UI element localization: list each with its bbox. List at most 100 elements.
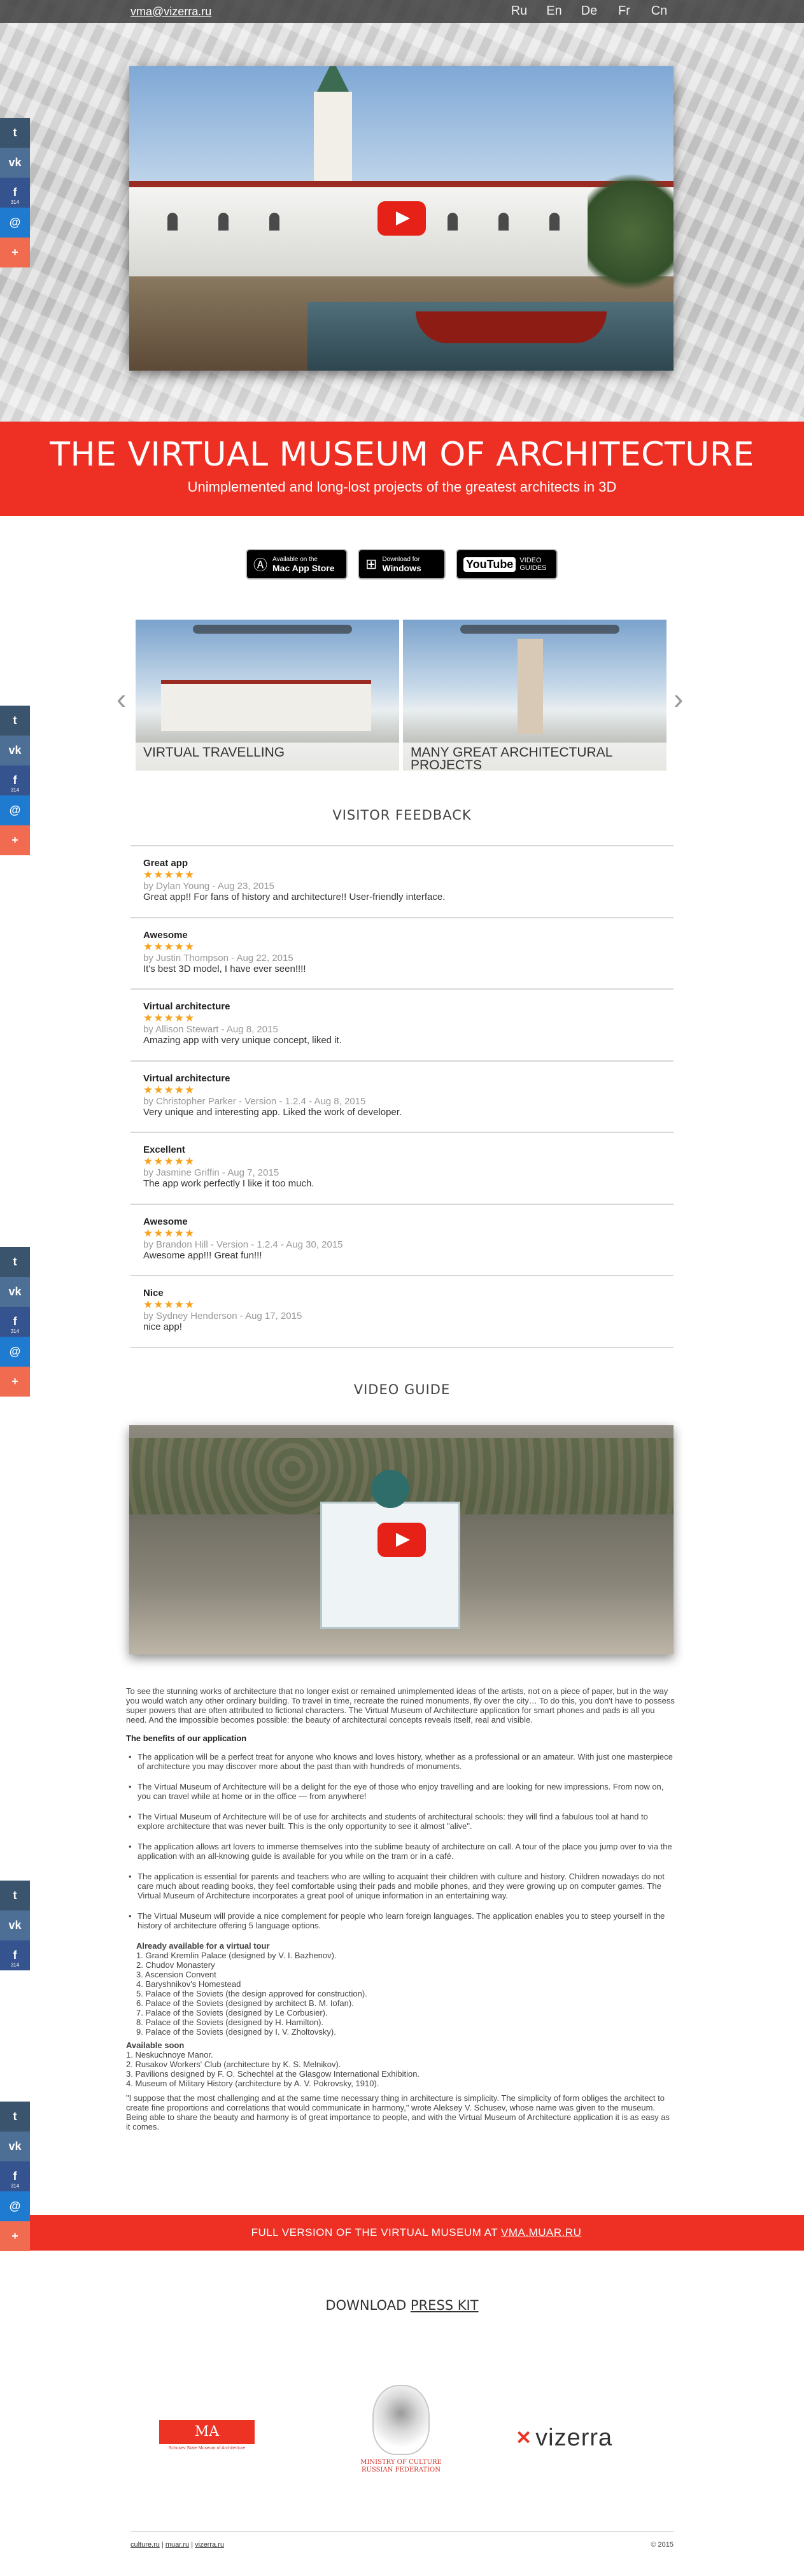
- page-title: THE VIRTUAL MUSEUM OF ARCHITECTURE: [50, 436, 754, 474]
- mail-icon[interactable]: @: [0, 2191, 30, 2221]
- available-section: Already available for a virtual tour 1. …: [126, 1941, 675, 2037]
- vk-icon[interactable]: vk: [0, 2131, 30, 2161]
- social-sidebar: t vk f 314 @ +: [0, 706, 30, 855]
- footer-link-culture[interactable]: culture.ru: [130, 2541, 160, 2549]
- feedback-item: Great app ★★★★★ by Dylan Young - Aug 23,…: [130, 846, 674, 918]
- list-item: The Virtual Museum of Architecture will …: [126, 1782, 675, 1801]
- mail-icon[interactable]: @: [0, 208, 30, 238]
- lang-ru[interactable]: Ru: [502, 4, 537, 18]
- description-text: To see the stunning works of architectur…: [126, 1686, 675, 2131]
- mail-icon[interactable]: @: [0, 1337, 30, 1367]
- vizerra-logo[interactable]: ✕ vizerra: [516, 2424, 649, 2451]
- title-banner: THE VIRTUAL MUSEUM OF ARCHITECTURE Unimp…: [0, 422, 804, 516]
- list-item: The Virtual Museum will provide a nice c…: [126, 1911, 675, 1930]
- list-item: 9. Palace of the Soviets (designed by I.…: [136, 2027, 336, 2037]
- vk-icon[interactable]: vk: [0, 1277, 30, 1307]
- vk-icon[interactable]: vk: [0, 148, 30, 178]
- list-item: 8. Palace of the Soviets (designed by H.…: [136, 2017, 324, 2027]
- footer-link-vizerra[interactable]: vizerra.ru: [195, 2541, 224, 2549]
- facebook-icon[interactable]: f 314: [0, 1307, 30, 1337]
- email-link[interactable]: vma@vizerra.ru: [130, 5, 211, 18]
- windows-icon: ⊞: [365, 556, 377, 572]
- download-buttons: Ⓐ Available on the Mac App Store ⊞ Downlo…: [0, 549, 804, 581]
- full-version-bar: FULL VERSION OF THE VIRTUAL MUSEUM AT VM…: [29, 2215, 804, 2251]
- tumblr-icon[interactable]: t: [0, 118, 30, 148]
- list-item: 2. Rusakov Workers' Club (architecture b…: [126, 2060, 341, 2069]
- gallery-prev-arrow[interactable]: ‹: [116, 681, 126, 716]
- list-item: The application is essential for parents…: [126, 1872, 675, 1900]
- rating-stars: ★★★★★: [143, 869, 195, 881]
- lang-fr[interactable]: Fr: [607, 4, 642, 18]
- benefits-heading: The benefits of our application: [126, 1733, 247, 1743]
- mail-icon[interactable]: @: [0, 795, 30, 825]
- list-item: 2. Chudov Monastery: [136, 1960, 215, 1970]
- vk-icon[interactable]: vk: [0, 736, 30, 765]
- facebook-icon[interactable]: f 314: [0, 178, 30, 208]
- tumblr-icon[interactable]: t: [0, 1247, 30, 1277]
- list-item: 6. Palace of the Soviets (designed by ar…: [136, 1998, 354, 2008]
- video-guide-heading: VIDEO GUIDE: [353, 1382, 451, 1397]
- facebook-icon[interactable]: f 314: [0, 1940, 30, 1970]
- feedback-list: Great app ★★★★★ by Dylan Young - Aug 23,…: [130, 845, 674, 1348]
- hero-video[interactable]: [129, 66, 674, 371]
- gallery-caption: MANY GREAT ARCHITECTURAL PROJECTS: [403, 743, 666, 771]
- full-version-link[interactable]: VMA.MUAR.RU: [501, 2226, 581, 2238]
- vk-icon[interactable]: vk: [0, 1911, 30, 1940]
- rating-stars: ★★★★★: [143, 1083, 195, 1096]
- press-kit-link[interactable]: PRESS KIT: [411, 2298, 479, 2313]
- video-guide-player[interactable]: [129, 1425, 674, 1654]
- play-icon[interactable]: [377, 201, 426, 236]
- gallery-item[interactable]: VIRTUAL TRAVELLING: [136, 620, 399, 771]
- ministry-logo[interactable]: MINISTRY OF CULTURE RUSSIAN FEDERATION: [356, 2385, 446, 2487]
- footer: culture.ru | muar.ru | vizerra.ru © 2015: [130, 2541, 674, 2549]
- list-item: 5. Palace of the Soviets (the design app…: [136, 1989, 367, 1998]
- hero-section: [0, 0, 804, 422]
- plus-icon[interactable]: +: [0, 1367, 30, 1397]
- soon-heading: Available soon: [126, 2040, 185, 2050]
- copyright: © 2015: [651, 2541, 674, 2549]
- intro-paragraph: To see the stunning works of architectur…: [126, 1686, 675, 1725]
- tumblr-icon[interactable]: t: [0, 1881, 30, 1911]
- list-item: 1. Neskuchnoye Manor.: [126, 2050, 213, 2060]
- gallery-item[interactable]: MANY GREAT ARCHITECTURAL PROJECTS: [403, 620, 666, 771]
- feedback-item: Virtual architecture ★★★★★ by Christophe…: [130, 1062, 674, 1133]
- list-item: 4. Baryshnikov's Homestead: [136, 1979, 241, 1989]
- plus-icon[interactable]: +: [0, 825, 30, 855]
- mac-app-store-button[interactable]: Ⓐ Available on the Mac App Store: [246, 549, 348, 580]
- list-item: 4. Museum of Military History (architect…: [126, 2079, 379, 2088]
- list-item: The application allows art lovers to imm…: [126, 1842, 675, 1861]
- list-item: 7. Palace of the Soviets (designed by Le…: [136, 2008, 328, 2017]
- plus-icon[interactable]: +: [0, 2221, 30, 2251]
- tumblr-icon[interactable]: t: [0, 706, 30, 736]
- footer-link-muar[interactable]: muar.ru: [166, 2541, 189, 2549]
- youtube-icon: YouTube: [463, 557, 516, 572]
- list-item: 3. Pavilions designed by F. O. Schechtel…: [126, 2069, 420, 2079]
- list-item: The application will be a perfect treat …: [126, 1752, 675, 1771]
- lang-en[interactable]: En: [537, 4, 572, 18]
- museum-logo[interactable]: MA Schusev State Museum of Architecture: [159, 2420, 255, 2456]
- available-heading: Already available for a virtual tour: [136, 1941, 270, 1951]
- gallery-next-arrow[interactable]: ›: [674, 681, 683, 716]
- rating-stars: ★★★★★: [143, 940, 195, 953]
- windows-download-button[interactable]: ⊞ Download for Windows: [358, 549, 446, 580]
- plus-icon[interactable]: +: [0, 238, 30, 267]
- lang-de[interactable]: De: [572, 4, 607, 18]
- list-item: The Virtual Museum of Architecture will …: [126, 1812, 675, 1831]
- feedback-item: Virtual architecture ★★★★★ by Allison St…: [130, 990, 674, 1062]
- feedback-item: Nice ★★★★★ by Sydney Henderson - Aug 17,…: [130, 1276, 674, 1348]
- lang-cn[interactable]: Cn: [642, 4, 677, 18]
- feedback-item: Awesome ★★★★★ by Justin Thompson - Aug 2…: [130, 918, 674, 990]
- screenshot-gallery: VIRTUAL TRAVELLING MANY GREAT ARCHITECTU…: [136, 620, 666, 771]
- rating-stars: ★★★★★: [143, 1155, 195, 1167]
- rating-stars: ★★★★★: [143, 1227, 195, 1239]
- top-bar: vma@vizerra.ru Ru En De Fr Cn: [0, 0, 804, 23]
- vizerra-mark-icon: ✕: [516, 2427, 532, 2449]
- social-sidebar: t vk f 314: [0, 1881, 30, 1970]
- app-store-icon: Ⓐ: [253, 557, 268, 573]
- youtube-video-guides-button[interactable]: YouTube VIDEO GUIDES: [456, 549, 558, 580]
- play-icon[interactable]: [377, 1523, 426, 1557]
- social-sidebar: t vk f 314 @ +: [0, 2102, 30, 2251]
- tumblr-icon[interactable]: t: [0, 2102, 30, 2131]
- facebook-icon[interactable]: f 314: [0, 765, 30, 795]
- facebook-icon[interactable]: f 314: [0, 2161, 30, 2191]
